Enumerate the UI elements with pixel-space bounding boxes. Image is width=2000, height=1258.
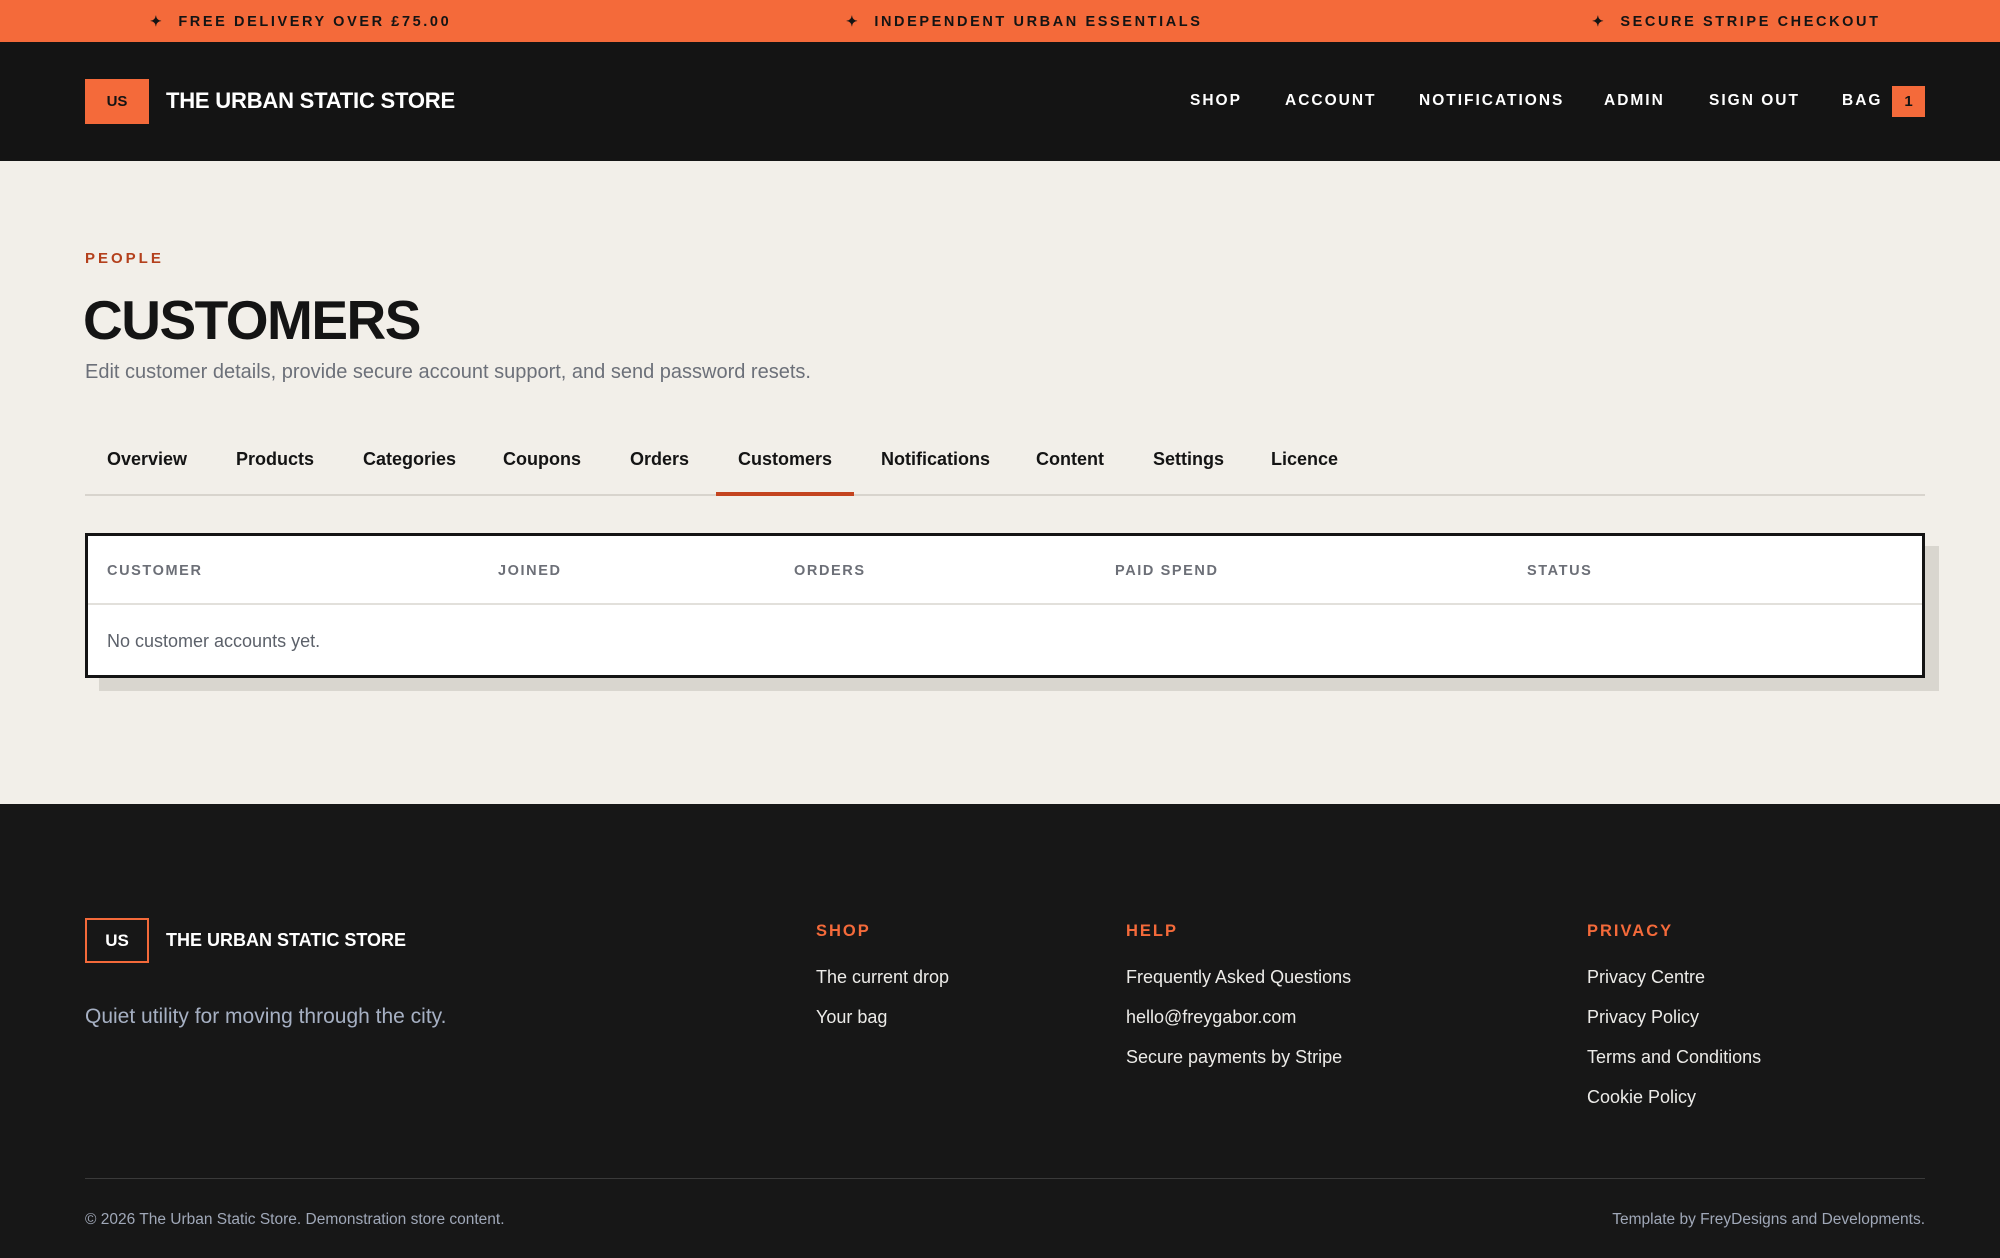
page-subtitle: Edit customer details, provide secure ac… xyxy=(85,361,811,383)
column-paid-spend[interactable]: PAID SPEND xyxy=(1115,563,1219,579)
column-joined[interactable]: JOINED xyxy=(498,563,562,579)
announcement-text: FREE DELIVERY OVER £75.00 xyxy=(178,14,452,30)
tab-orders[interactable]: Orders xyxy=(608,436,711,496)
tab-overview[interactable]: Overview xyxy=(85,436,209,496)
logo[interactable]: US xyxy=(85,79,149,124)
footer-link-current-drop[interactable]: The current drop xyxy=(816,967,949,988)
footer-copyright: © 2026 The Urban Static Store. Demonstra… xyxy=(85,1211,505,1228)
footer-link-stripe[interactable]: Secure payments by Stripe xyxy=(1126,1047,1342,1068)
column-status[interactable]: STATUS xyxy=(1527,563,1592,579)
tab-notifications[interactable]: Notifications xyxy=(859,436,1012,496)
footer-heading-privacy: PRIVACY xyxy=(1587,922,1674,940)
announcement-bar: ✦ FREE DELIVERY OVER £75.00 ✦ INDEPENDENT … xyxy=(0,0,2000,42)
nav-notifications[interactable]: NOTIFICATIONS xyxy=(1419,92,1564,110)
tab-products[interactable]: Products xyxy=(214,436,336,496)
footer-heading-help: HELP xyxy=(1126,922,1179,940)
sparkle-icon: ✦ xyxy=(1592,13,1607,29)
site-footer: US THE URBAN STATIC STORE Quiet utility … xyxy=(0,804,2000,1258)
footer-divider xyxy=(85,1178,1925,1179)
tab-categories[interactable]: Categories xyxy=(341,436,478,496)
footer-link-cookie-policy[interactable]: Cookie Policy xyxy=(1587,1087,1696,1108)
nav-bag[interactable]: BAG xyxy=(1842,92,1882,110)
brand-name[interactable]: THE URBAN STATIC STORE xyxy=(166,88,455,114)
page-title: CUSTOMERS xyxy=(83,289,421,351)
nav-sign-out[interactable]: SIGN OUT xyxy=(1709,92,1800,110)
announcement-text: SECURE STRIPE CHECKOUT xyxy=(1620,14,1881,30)
customers-table: CUSTOMER JOINED ORDERS PAID SPEND STATUS… xyxy=(85,533,1925,678)
sparkle-icon: ✦ xyxy=(846,13,861,29)
footer-link-email[interactable]: hello@freygabor.com xyxy=(1126,1007,1296,1028)
announcement-item: ✦ FREE DELIVERY OVER £75.00 xyxy=(150,0,451,42)
footer-link-terms[interactable]: Terms and Conditions xyxy=(1587,1047,1761,1068)
announcement-item: ✦ INDEPENDENT URBAN ESSENTIALS xyxy=(846,0,1203,42)
tab-content[interactable]: Content xyxy=(1014,436,1126,496)
bag-count-badge[interactable]: 1 xyxy=(1892,86,1925,117)
column-customer[interactable]: CUSTOMER xyxy=(107,563,203,579)
announcement-text: INDEPENDENT URBAN ESSENTIALS xyxy=(874,14,1203,30)
announcement-item: ✦ SECURE STRIPE CHECKOUT xyxy=(1592,0,1881,42)
nav-account[interactable]: ACCOUNT xyxy=(1285,92,1377,110)
nav-shop[interactable]: SHOP xyxy=(1190,92,1242,110)
footer-link-privacy-policy[interactable]: Privacy Policy xyxy=(1587,1007,1699,1028)
empty-state-message: No customer accounts yet. xyxy=(107,631,321,651)
tab-licence[interactable]: Licence xyxy=(1249,436,1360,496)
sparkle-icon: ✦ xyxy=(150,13,165,29)
footer-link-faq[interactable]: Frequently Asked Questions xyxy=(1126,967,1351,988)
tab-coupons[interactable]: Coupons xyxy=(481,436,603,496)
site-header: US THE URBAN STATIC STORE SHOP ACCOUNT N… xyxy=(0,42,2000,161)
nav-admin[interactable]: ADMIN xyxy=(1604,92,1665,110)
tab-settings[interactable]: Settings xyxy=(1131,436,1246,496)
footer-brand-name[interactable]: THE URBAN STATIC STORE xyxy=(166,930,406,951)
admin-tabs: Overview Products Categories Coupons Ord… xyxy=(85,436,1925,496)
section-eyebrow: PEOPLE xyxy=(85,250,164,267)
tab-customers[interactable]: Customers xyxy=(716,436,855,496)
footer-heading-shop: SHOP xyxy=(816,922,871,940)
column-orders[interactable]: ORDERS xyxy=(794,563,866,579)
footer-link-privacy-centre[interactable]: Privacy Centre xyxy=(1587,967,1705,988)
footer-logo[interactable]: US xyxy=(85,918,149,963)
footer-tagline: Quiet utility for moving through the cit… xyxy=(85,1005,447,1028)
table-header: CUSTOMER JOINED ORDERS PAID SPEND STATUS xyxy=(88,536,1922,605)
footer-link-your-bag[interactable]: Your bag xyxy=(816,1007,887,1028)
footer-credit[interactable]: Template by FreyDesigns and Developments… xyxy=(1612,1211,1925,1229)
